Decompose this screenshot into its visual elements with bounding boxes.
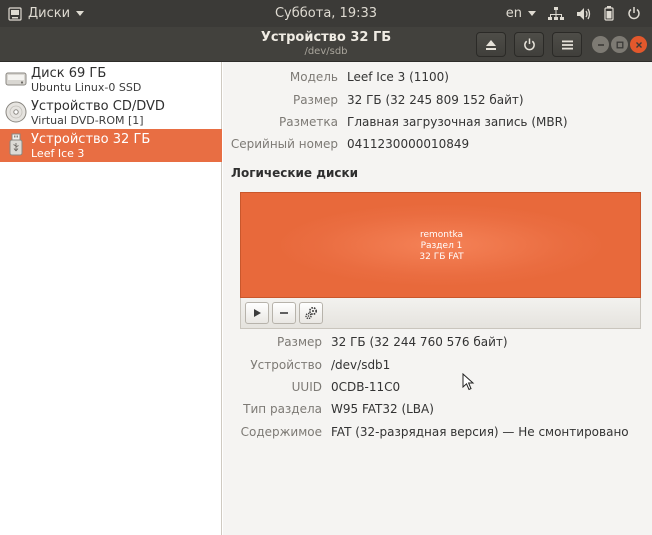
eject-button[interactable] [476,32,506,57]
hard-disk-icon [5,72,27,86]
chevron-down-icon [528,11,536,16]
device-item-cd-dvd[interactable]: Устройство CD/DVD Virtual DVD-ROM [1] [0,96,222,129]
close-button[interactable] [630,36,647,53]
device-model: Ubuntu Linux-0 SSD [31,81,142,94]
minus-icon [280,312,288,314]
network-icon[interactable] [548,6,564,21]
prop-label-partition-type: Тип раздела [243,402,322,416]
prop-value-contents: FAT (32-разрядная версия) — Не смонтиров… [331,425,629,439]
prop-value-model: Leef Ice 3 (1100) [347,70,449,84]
close-icon [635,41,642,48]
drive-details: Модель Leef Ice 3 (1100) Размер 32 ГБ (3… [223,62,652,535]
hamburger-menu-icon [561,40,573,49]
prop-label-model: Модель [289,70,338,84]
power-icon [523,38,535,51]
volume-icon[interactable] [576,7,592,21]
mount-button[interactable] [245,302,269,324]
prop-value-partitioning: Главная загрузочная запись (MBR) [347,115,568,129]
clock[interactable]: Суббота, 19:33 [275,6,377,21]
prop-value-uuid: 0CDB-11C0 [331,380,401,394]
battery-icon[interactable] [604,6,614,21]
app-name: Диски [28,6,71,21]
volume-label: remontka [419,230,464,240]
maximize-icon [616,41,623,48]
device-list: Диск 69 ГБ Ubuntu Linux-0 SSD Устройство… [0,62,222,535]
disks-app-icon [8,6,22,21]
prop-value-partition-type: W95 FAT32 (LBA) [331,402,434,416]
prop-value-volume-size: 32 ГБ (32 244 760 576 байт) [331,335,508,349]
partition-settings-button[interactable] [299,302,323,324]
prop-label-serial: Серийный номер [230,137,338,151]
system-tray: en [506,0,642,27]
header-bar: Устройство 32 ГБ /dev/sdb [0,27,652,62]
top-panel: Диски Суббота, 19:33 en [0,0,652,27]
power-menu-icon[interactable] [626,6,642,21]
delete-partition-button[interactable] [272,302,296,324]
prop-label-partitioning: Разметка [279,115,338,129]
power-off-button[interactable] [514,32,544,57]
mouse-pointer-icon [462,373,475,391]
prop-label-uuid: UUID [291,380,322,394]
prop-value-serial: 0411230000010849 [347,137,470,151]
volume-size-fs: 32 ГБ FAT [419,252,464,262]
device-item-32gb[interactable]: Устройство 32 ГБ Leef Ice 3 [0,129,222,162]
optical-disc-icon [5,101,27,123]
prop-value-device: /dev/sdb1 [331,358,391,372]
device-name: Устройство CD/DVD [31,99,165,114]
prop-label-contents: Содержимое [240,425,322,439]
volume-toolbar [240,298,641,329]
minimize-icon [597,43,604,46]
eject-icon [486,39,496,50]
device-item-disk-69gb[interactable]: Диск 69 ГБ Ubuntu Linux-0 SSD [0,63,222,96]
prop-label-volume-size: Размер [276,335,322,349]
prop-label-size: Размер [292,93,338,107]
language-label: en [505,6,522,21]
device-model: Leef Ice 3 [31,147,85,160]
volume-partition-name: Раздел 1 [420,241,463,251]
chevron-down-icon [76,11,85,16]
language-indicator[interactable]: en [506,6,536,21]
volume-partition-1[interactable]: remontka Раздел 1 32 ГБ FAT [240,192,641,298]
usb-drive-icon [9,133,23,156]
minimize-button[interactable] [592,36,609,53]
prop-label-device: Устройство [250,358,322,372]
maximize-button[interactable] [611,36,628,53]
device-name: Устройство 32 ГБ [31,132,151,147]
drive-menu-button[interactable] [552,32,582,57]
window-controls [592,36,647,53]
gears-icon [305,306,318,320]
volumes-heading: Логические диски [231,166,359,180]
device-name: Диск 69 ГБ [31,66,107,81]
prop-value-size: 32 ГБ (32 245 809 152 байт) [347,93,524,107]
app-menu[interactable]: Диски [8,0,85,27]
play-icon [254,309,261,317]
device-model: Virtual DVD-ROM [1] [31,114,144,127]
